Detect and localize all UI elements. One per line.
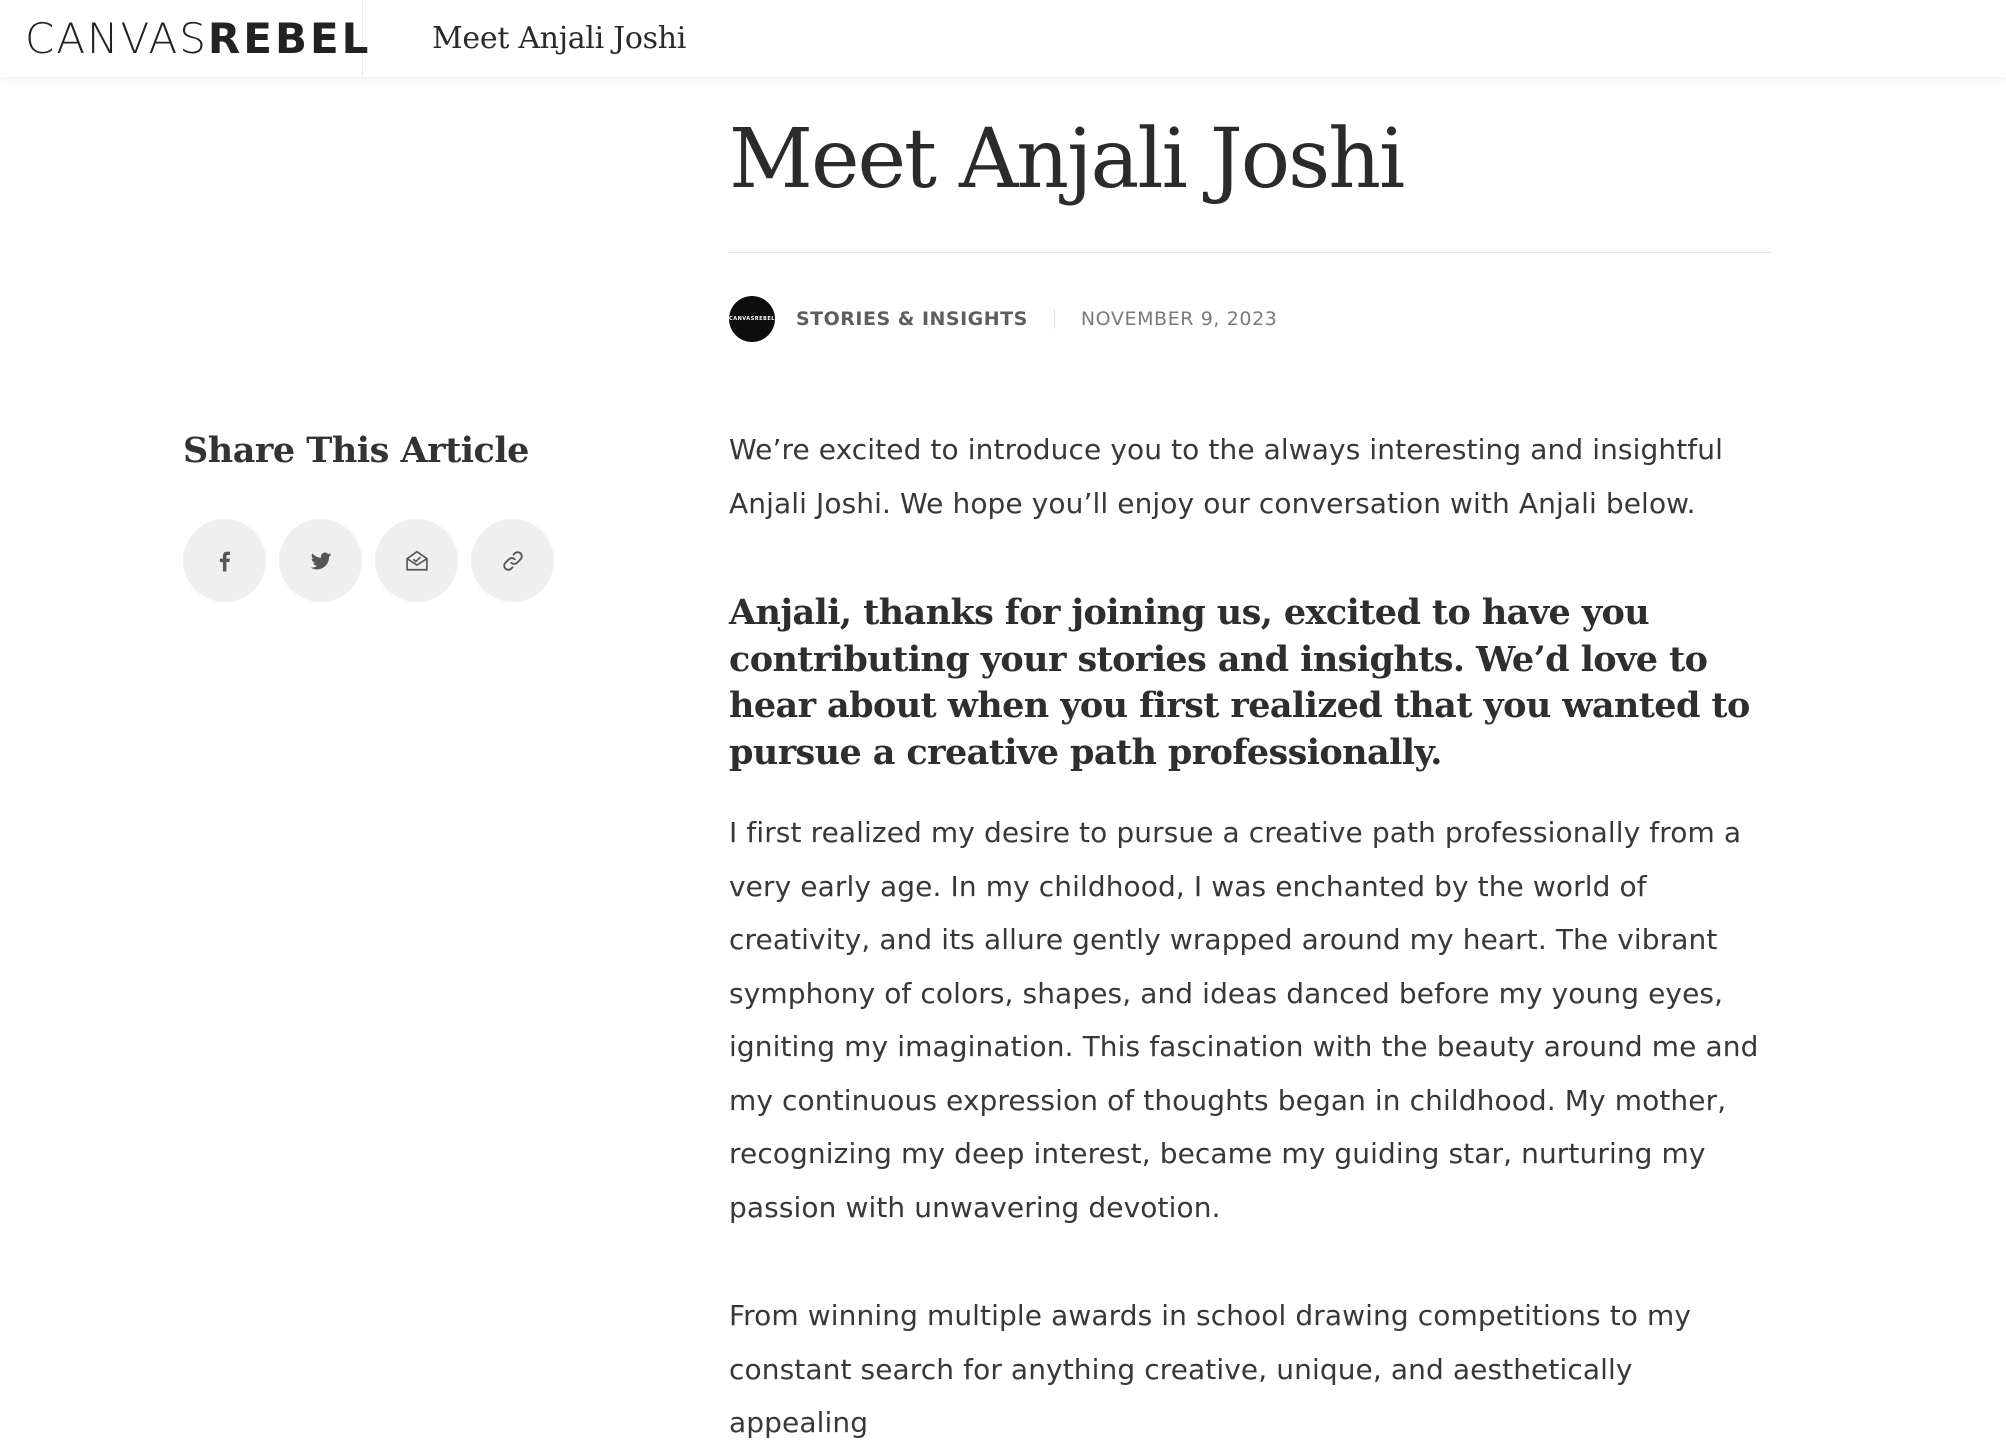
share-email-button[interactable] [375, 519, 458, 602]
interview-question: Anjali, thanks for joining us, excited t… [729, 592, 1750, 773]
topbar-article-title: Meet Anjali Joshi [432, 21, 687, 56]
site-logo[interactable]: CANVAS REBEL [0, 0, 368, 77]
answer-paragraph: I first realized my desire to pursue a c… [729, 816, 1759, 1224]
meta-divider [1053, 309, 1055, 329]
twitter-icon [310, 552, 331, 569]
logo-bold-text: REBEL [207, 14, 372, 63]
headline-divider [729, 252, 1771, 253]
share-buttons [183, 519, 554, 602]
share-link-button[interactable] [471, 519, 554, 602]
facebook-icon [219, 551, 230, 571]
article-headline: Meet Anjali Joshi [729, 112, 1405, 207]
article-body: We’re excited to introduce you to the al… [729, 423, 1779, 1450]
share-twitter-button[interactable] [279, 519, 362, 602]
link-icon [502, 550, 523, 571]
author-avatar[interactable]: CANVAS REBEL [729, 296, 775, 342]
avatar-logo-light: CANVAS [729, 316, 755, 322]
share-facebook-button[interactable] [183, 519, 266, 602]
email-icon [405, 550, 428, 571]
avatar-logo-bold: REBEL [754, 316, 775, 322]
answer-paragraph-continued: From winning multiple awards in school d… [729, 1299, 1692, 1439]
intro-paragraph: We’re excited to introduce you to the al… [729, 433, 1723, 520]
share-title: Share This Article [183, 430, 529, 471]
top-bar: CANVAS REBEL Meet Anjali Joshi [0, 0, 2006, 77]
article-meta: CANVAS REBEL STORIES & INSIGHTS NOVEMBER … [729, 296, 1277, 342]
publish-date: NOVEMBER 9, 2023 [1080, 308, 1278, 330]
category-link[interactable]: STORIES & INSIGHTS [796, 308, 1028, 330]
logo-light-text: CANVAS [25, 14, 208, 63]
